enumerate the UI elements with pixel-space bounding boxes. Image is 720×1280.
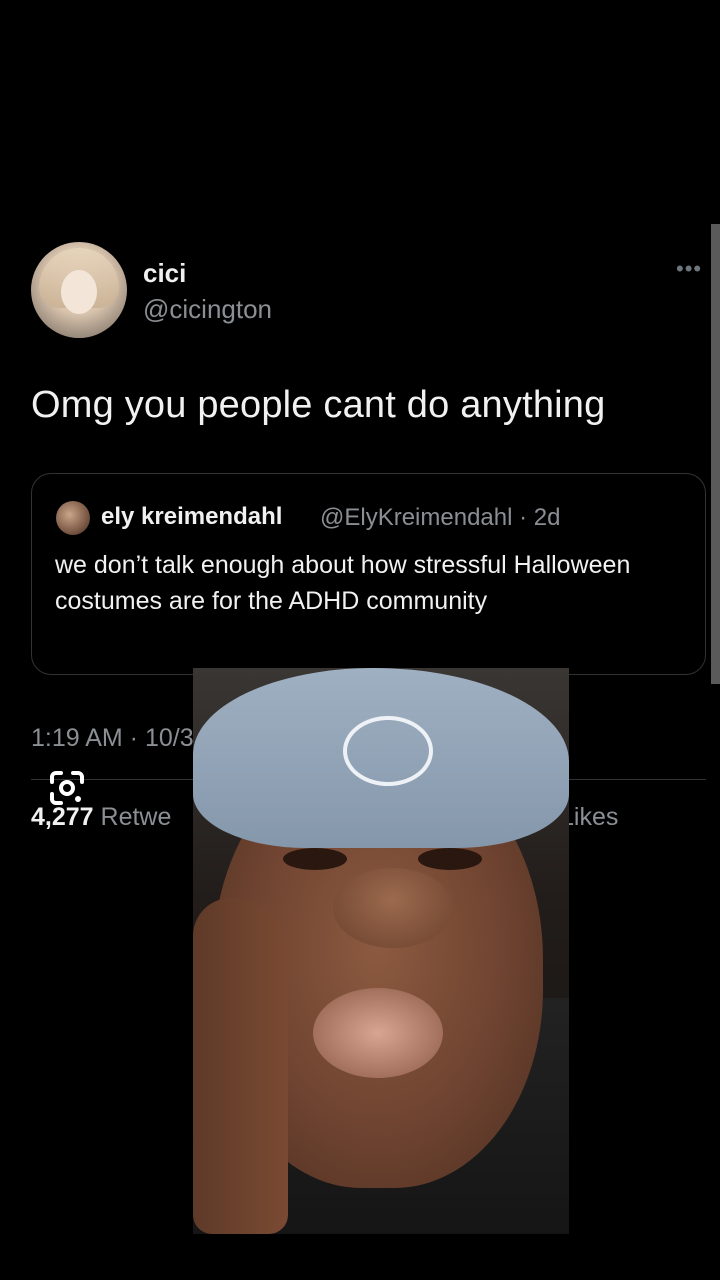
avatar-face	[61, 270, 97, 314]
bandana-pattern	[343, 716, 433, 786]
quoted-author-avatar	[56, 501, 90, 535]
quoted-tweet-text: we don’t talk enough about how stressful…	[55, 551, 631, 615]
quoted-tweet[interactable]: ely kreimendahl @ElyKreimendahl · 2d we …	[31, 473, 706, 675]
quoted-author-name: ely kreimendahl	[101, 503, 283, 530]
retweet-count: 4,277	[31, 803, 94, 831]
more-icon[interactable]: •••	[676, 256, 702, 282]
overlay-nose	[333, 868, 453, 948]
retweet-label: Retwe	[100, 803, 172, 831]
retweet-stats[interactable]: 4,277 Retwe	[31, 803, 171, 832]
overlay-hand	[193, 898, 288, 1234]
author-handle[interactable]: @cicington	[143, 294, 272, 325]
author-avatar[interactable]	[31, 242, 127, 338]
google-lens-icon[interactable]	[49, 770, 85, 806]
video-overlay-person	[193, 668, 569, 1234]
tweet-timestamp: 1:19 AM · 10/30/	[31, 724, 215, 752]
scrollbar[interactable]	[711, 224, 720, 684]
author-name[interactable]: cici	[143, 258, 186, 289]
overlay-right-eye	[418, 848, 482, 870]
overlay-left-eye	[283, 848, 347, 870]
quoted-author-meta: @ElyKreimendahl · 2d	[320, 504, 561, 531]
tweet-text: Omg you people cant do anything	[31, 384, 606, 426]
overlay-mouth	[313, 988, 443, 1078]
